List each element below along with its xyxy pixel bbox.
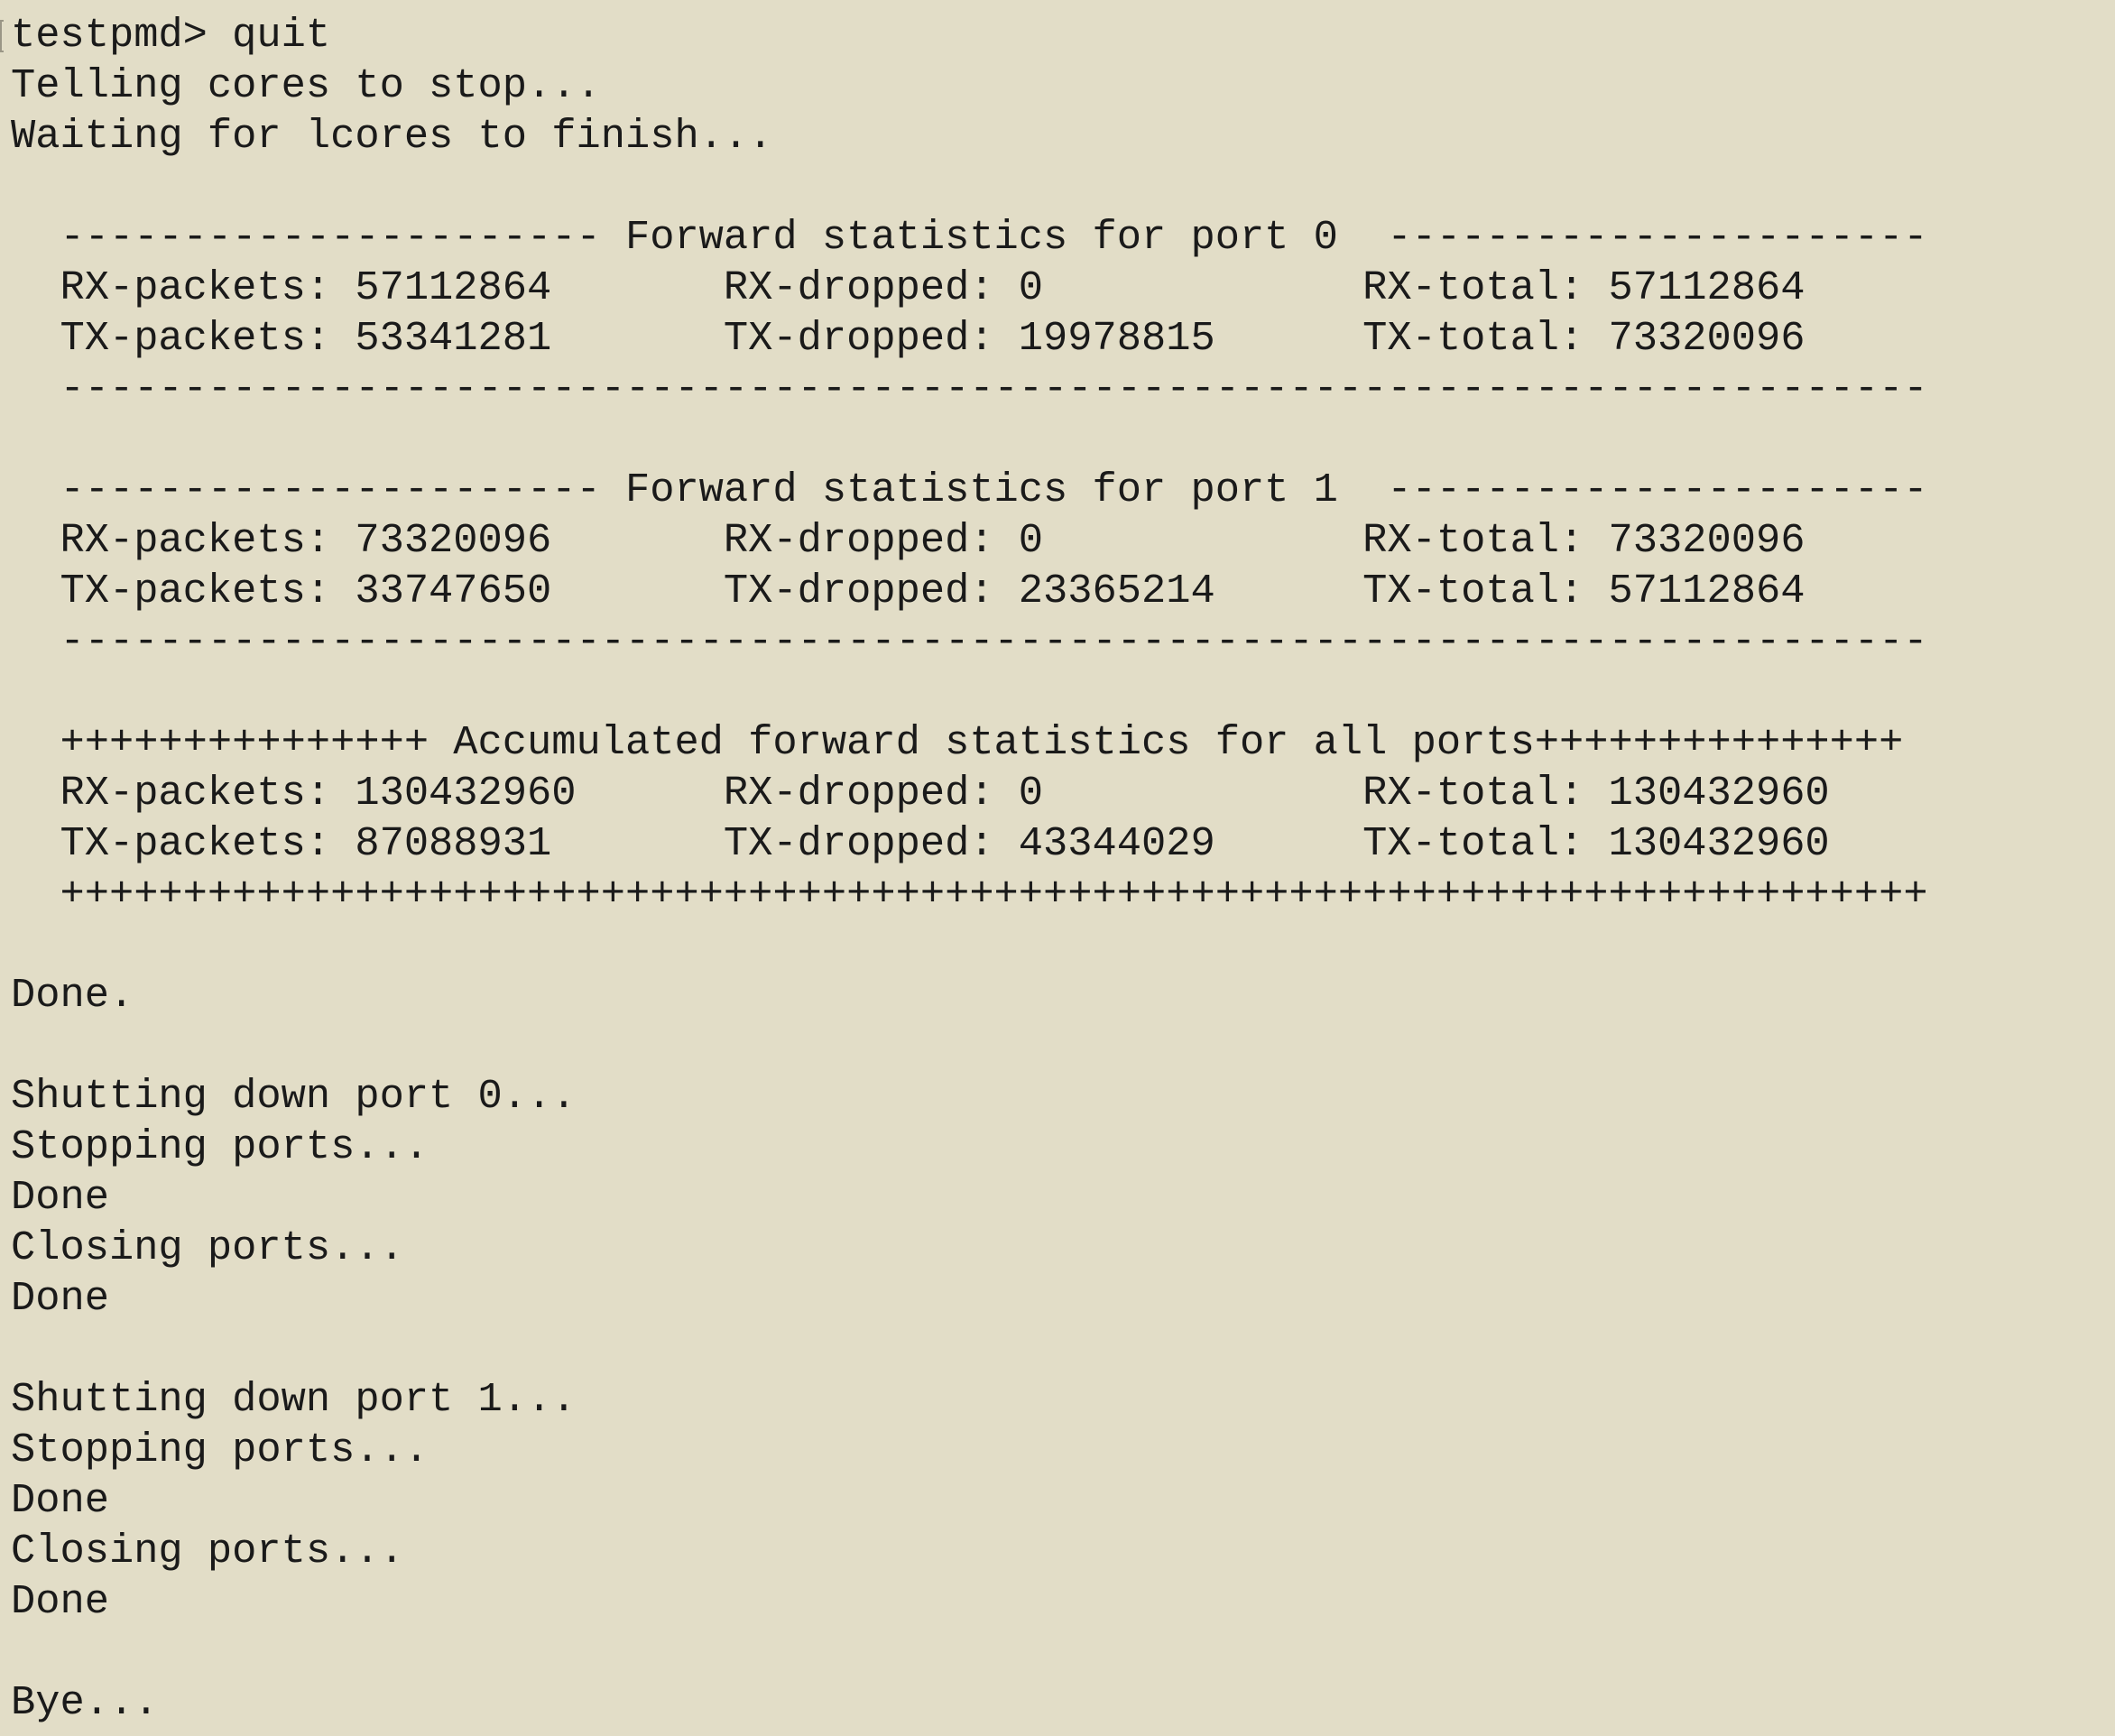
terminal-line: Stopping ports... — [11, 1427, 429, 1473]
port1-rx-stats: RX-packets: 73320096 RX-dropped: 0 RX-to… — [11, 517, 1806, 564]
terminal-line: Telling cores to stop... — [11, 62, 601, 109]
port1-stats-footer: ----------------------------------------… — [11, 618, 1928, 665]
terminal-line: Closing ports... — [11, 1224, 404, 1271]
terminal-window[interactable]: ++++++++++++++++++++++++++++++++++++++++… — [0, 0, 2115, 1736]
terminal-line: Done. — [11, 972, 134, 1019]
prompt-marker-bracket — [0, 20, 4, 52]
port1-stats-header: ---------------------- Forward statistic… — [11, 466, 1928, 513]
terminal-line: Shutting down port 1... — [11, 1376, 577, 1423]
accumulated-stats-header: +++++++++++++++ Accumulated forward stat… — [11, 719, 1904, 766]
accumulated-rx-stats: RX-packets: 130432960 RX-dropped: 0 RX-t… — [11, 770, 1830, 817]
terminal-line: Done — [11, 1275, 109, 1322]
accumulated-stats-footer: ++++++++++++++++++++++++++++++++++++++++… — [11, 871, 1928, 918]
terminal-line: Closing ports... — [11, 1528, 404, 1574]
terminal-output: testpmd> quit Telling cores to stop... W… — [11, 10, 1928, 1728]
terminal-line: Shutting down port 0... — [11, 1073, 577, 1120]
port1-tx-stats: TX-packets: 33747650 TX-dropped: 2336521… — [11, 568, 1806, 614]
terminal-line: Waiting for lcores to finish... — [11, 113, 773, 160]
accumulated-tx-stats: TX-packets: 87088931 TX-dropped: 4334402… — [11, 820, 1830, 867]
port0-rx-stats: RX-packets: 57112864 RX-dropped: 0 RX-to… — [11, 264, 1806, 311]
terminal-line: Done — [11, 1477, 109, 1524]
terminal-line: Stopping ports... — [11, 1123, 429, 1170]
terminal-line: Done — [11, 1578, 109, 1625]
port0-stats-footer: ----------------------------------------… — [11, 365, 1928, 412]
port0-stats-header: ---------------------- Forward statistic… — [11, 214, 1928, 261]
terminal-line: Done — [11, 1174, 109, 1221]
terminal-line-prompt: testpmd> quit — [11, 12, 331, 59]
terminal-line: Bye... — [11, 1679, 159, 1726]
port0-tx-stats: TX-packets: 53341281 TX-dropped: 1997881… — [11, 315, 1806, 362]
